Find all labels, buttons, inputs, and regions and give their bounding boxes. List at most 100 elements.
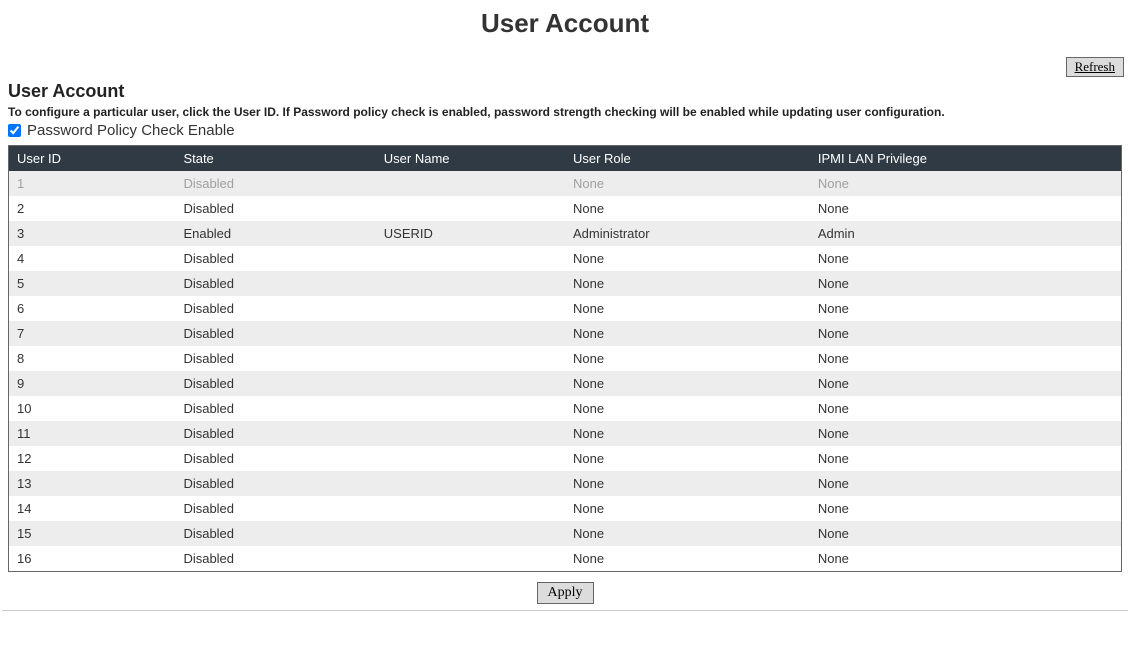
table-row[interactable]: 2Disabled NoneNone — [9, 196, 1122, 221]
col-user-id: User ID — [9, 146, 176, 172]
user-table: User ID State User Name User Role IPMI L… — [8, 145, 1122, 572]
cell-user-role: None — [565, 246, 810, 271]
col-user-role: User Role — [565, 146, 810, 172]
col-state: State — [175, 146, 375, 172]
col-ipmi-priv: IPMI LAN Privilege — [810, 146, 1122, 172]
cell-ipmi-priv: None — [810, 496, 1122, 521]
cell-user-id: 9 — [9, 371, 176, 396]
cell-user-id: 7 — [9, 321, 176, 346]
refresh-button[interactable]: Refresh — [1066, 57, 1124, 77]
cell-user-role: Administrator — [565, 221, 810, 246]
cell-user-name — [376, 396, 565, 421]
cell-state: Disabled — [175, 521, 375, 546]
cell-ipmi-priv: None — [810, 296, 1122, 321]
cell-user-role: None — [565, 171, 810, 196]
cell-state: Disabled — [175, 496, 375, 521]
table-row[interactable]: 5DisabledNoneNone — [9, 271, 1122, 296]
cell-user-name — [376, 321, 565, 346]
cell-ipmi-priv: None — [810, 246, 1122, 271]
cell-user-id: 8 — [9, 346, 176, 371]
cell-user-id: 1 — [9, 171, 176, 196]
cell-user-role: None — [565, 546, 810, 572]
table-row[interactable]: 12Disabled NoneNone — [9, 446, 1122, 471]
cell-ipmi-priv: None — [810, 271, 1122, 296]
cell-user-role: None — [565, 396, 810, 421]
cell-user-role: None — [565, 471, 810, 496]
cell-user-name — [376, 171, 565, 196]
cell-state: Disabled — [175, 546, 375, 572]
table-row[interactable]: 11DisabledNoneNone — [9, 421, 1122, 446]
cell-user-id: 10 — [9, 396, 176, 421]
cell-ipmi-priv: None — [810, 321, 1122, 346]
cell-state: Disabled — [175, 296, 375, 321]
table-row[interactable]: 6DisabledNoneNone — [9, 296, 1122, 321]
table-row[interactable]: 7DisabledNoneNone — [9, 321, 1122, 346]
table-row[interactable]: 3EnabledUSERIDAdministratorAdmin — [9, 221, 1122, 246]
table-row[interactable]: 13Disabled NoneNone — [9, 471, 1122, 496]
apply-button[interactable]: Apply — [537, 582, 594, 604]
cell-user-role: None — [565, 196, 810, 221]
cell-user-role: None — [565, 346, 810, 371]
table-row[interactable]: 8Disabled NoneNone — [9, 346, 1122, 371]
table-row[interactable]: 16DisabledNoneNone — [9, 546, 1122, 572]
cell-user-role: None — [565, 446, 810, 471]
table-row[interactable]: 10Disabled NoneNone — [9, 396, 1122, 421]
cell-state: Disabled — [175, 171, 375, 196]
cell-user-name — [376, 371, 565, 396]
cell-user-name — [376, 471, 565, 496]
cell-user-id: 12 — [9, 446, 176, 471]
cell-user-name — [376, 271, 565, 296]
cell-user-name — [376, 421, 565, 446]
cell-ipmi-priv: None — [810, 346, 1122, 371]
cell-user-name — [376, 496, 565, 521]
cell-user-role: None — [565, 321, 810, 346]
cell-ipmi-priv: None — [810, 196, 1122, 221]
cell-user-id: 16 — [9, 546, 176, 572]
cell-user-id: 14 — [9, 496, 176, 521]
cell-user-id: 6 — [9, 296, 176, 321]
table-row[interactable]: 4Disabled NoneNone — [9, 246, 1122, 271]
cell-ipmi-priv: None — [810, 371, 1122, 396]
cell-ipmi-priv: None — [810, 521, 1122, 546]
cell-user-id: 3 — [9, 221, 176, 246]
cell-state: Disabled — [175, 446, 375, 471]
cell-state: Disabled — [175, 396, 375, 421]
cell-user-role: None — [565, 521, 810, 546]
cell-state: Disabled — [175, 346, 375, 371]
table-row[interactable]: 15Disabled NoneNone — [9, 521, 1122, 546]
cell-ipmi-priv: Admin — [810, 221, 1122, 246]
cell-user-name — [376, 346, 565, 371]
table-row[interactable]: 14Disabled NoneNone — [9, 496, 1122, 521]
page-title: User Account — [0, 0, 1130, 57]
cell-user-id: 15 — [9, 521, 176, 546]
table-row[interactable]: 9Disabled NoneNone — [9, 371, 1122, 396]
cell-user-role: None — [565, 371, 810, 396]
section-description: To configure a particular user, click th… — [8, 104, 1122, 120]
cell-user-role: None — [565, 421, 810, 446]
cell-user-name — [376, 296, 565, 321]
cell-state: Enabled — [175, 221, 375, 246]
cell-user-id: 2 — [9, 196, 176, 221]
cell-user-id: 13 — [9, 471, 176, 496]
section-title: User Account — [8, 81, 1122, 102]
cell-user-id: 4 — [9, 246, 176, 271]
cell-user-id: 5 — [9, 271, 176, 296]
cell-state: Disabled — [175, 246, 375, 271]
cell-state: Disabled — [175, 271, 375, 296]
cell-user-name — [376, 546, 565, 572]
cell-ipmi-priv: None — [810, 471, 1122, 496]
password-policy-label: Password Policy Check Enable — [27, 122, 235, 139]
cell-user-role: None — [565, 496, 810, 521]
table-row[interactable]: 1DisabledNoneNone — [9, 171, 1122, 196]
cell-user-name: USERID — [376, 221, 565, 246]
cell-user-name — [376, 246, 565, 271]
cell-ipmi-priv: None — [810, 446, 1122, 471]
cell-state: Disabled — [175, 371, 375, 396]
col-user-name: User Name — [376, 146, 565, 172]
cell-ipmi-priv: None — [810, 396, 1122, 421]
cell-ipmi-priv: None — [810, 421, 1122, 446]
cell-user-name — [376, 196, 565, 221]
password-policy-checkbox[interactable] — [8, 124, 21, 137]
cell-state: Disabled — [175, 471, 375, 496]
cell-state: Disabled — [175, 196, 375, 221]
